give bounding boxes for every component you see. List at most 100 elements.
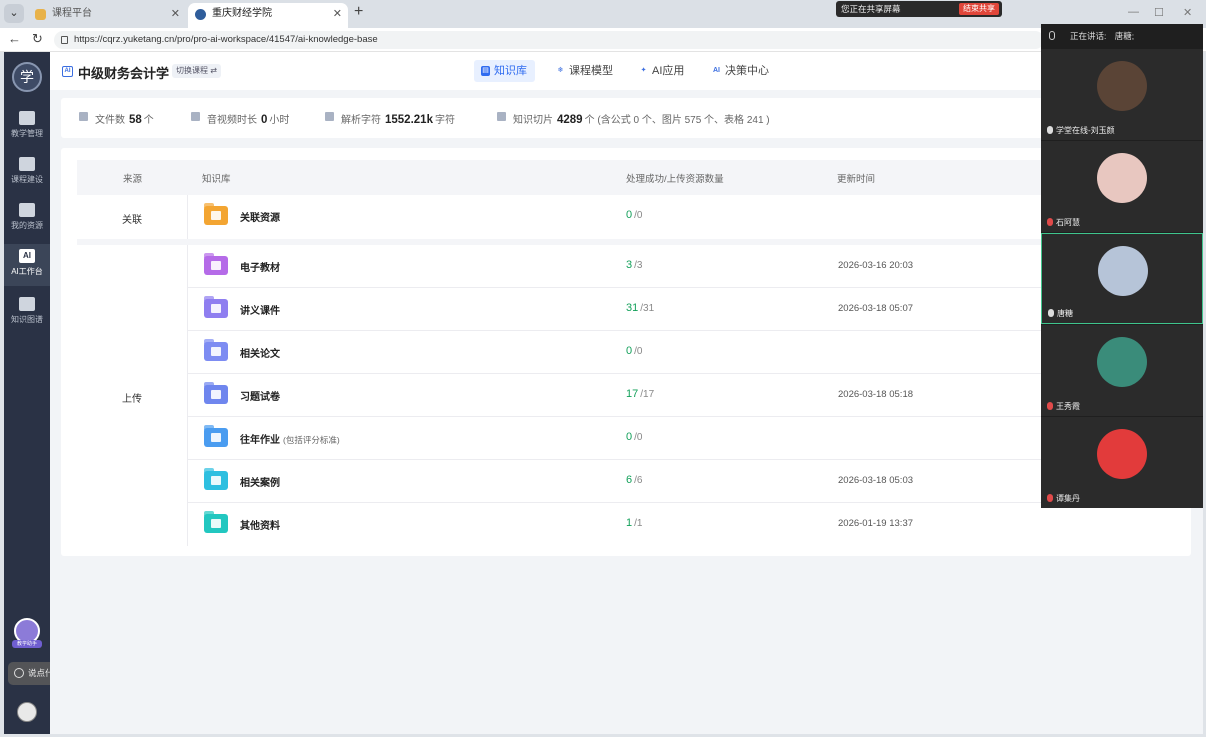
- browser-tab-1[interactable]: 课程平台 ✕: [28, 3, 186, 28]
- ai-icon: AI: [19, 249, 35, 263]
- source-linked: 关联: [122, 215, 142, 226]
- tab-label: 课程模型: [569, 65, 613, 77]
- sidebar-item-ai-workspace[interactable]: AI AI工作台: [4, 244, 50, 286]
- participant-tile[interactable]: 谭集丹: [1041, 417, 1203, 508]
- total-count: /0: [634, 346, 643, 357]
- kb-note: (包括评分标准): [283, 435, 340, 445]
- tab-label: AI应用: [652, 65, 685, 77]
- mic-icon: [1048, 309, 1054, 317]
- folder-icon: [204, 203, 228, 225]
- end-share-button[interactable]: 结束共享: [959, 3, 999, 15]
- mic-muted-icon: [1047, 402, 1053, 410]
- header-source: 来源: [123, 174, 143, 185]
- header-count: 处理成功/上传资源数量: [626, 174, 724, 185]
- kb-name: 电子教材: [240, 263, 280, 274]
- kb-name: 其他资料: [240, 521, 280, 532]
- sidebar-item-resources[interactable]: 我的资源: [4, 198, 50, 240]
- kb-name: 习题试卷: [240, 392, 280, 403]
- tab-course-model[interactable]: ❄ 课程模型: [549, 60, 621, 82]
- back-icon[interactable]: ←: [8, 31, 21, 46]
- participant-name: 王秀霞: [1047, 401, 1080, 412]
- sidebar-item-course-build[interactable]: 课程建设: [4, 152, 50, 194]
- total-count: /0: [634, 210, 643, 221]
- folder-emblem: [211, 433, 221, 442]
- tab-search-button[interactable]: ⌄: [4, 4, 24, 23]
- kb-count: 3/3: [626, 259, 642, 271]
- table-row[interactable]: 讲义课件 31/31 2026-03-18 05:07: [188, 288, 1175, 331]
- new-tab-button[interactable]: +: [354, 3, 363, 21]
- table-row[interactable]: 其他资料 1/1 2026-01-19 13:37: [188, 503, 1175, 546]
- participant-avatar: [1098, 246, 1148, 296]
- mic-icon: [1049, 31, 1055, 40]
- success-count: 6: [626, 474, 633, 486]
- close-icon[interactable]: ✕: [171, 3, 180, 25]
- table-row[interactable]: 关联资源 0/0: [188, 195, 1175, 238]
- model-icon: ❄: [557, 67, 564, 74]
- tab-ai-apps[interactable]: ✦ AI应用: [632, 60, 692, 82]
- share-status: 您正在共享屏幕: [841, 4, 901, 14]
- header-time: 更新时间: [837, 174, 876, 185]
- update-time: 2026-03-18 05:07: [838, 303, 914, 314]
- school-logo: 学: [12, 62, 42, 92]
- tab-decision-center[interactable]: AI 决策中心: [705, 60, 777, 82]
- knowledge-table: 来源 知识库 处理成功/上传资源数量 更新时间 关联 上传 关联资源 0/0 电子教…: [61, 148, 1191, 556]
- lock-icon: [61, 36, 68, 44]
- table-row[interactable]: 相关论文 0/0: [188, 331, 1175, 374]
- table-row[interactable]: 电子教材 3/3 2026-03-16 20:03: [188, 245, 1175, 288]
- browser-tab-bar: ⌄ 课程平台 ✕ 重庆财经学院 ✕ + 您正在共享屏幕 结束共享 — ☐ ✕: [0, 0, 1206, 28]
- participant-tile[interactable]: 唐糖: [1041, 233, 1203, 324]
- switch-course-button[interactable]: 切换课程 ⇄: [172, 64, 221, 78]
- participant-avatar: [1097, 61, 1147, 111]
- sidebar-item-knowledge-graph[interactable]: 知识图谱: [4, 292, 50, 334]
- tab-title: 课程平台: [52, 8, 92, 19]
- folder-icon: [204, 382, 228, 404]
- update-time: 2026-03-18 05:18: [838, 389, 914, 400]
- participant-tile[interactable]: 王秀霞: [1041, 325, 1203, 416]
- kb-name: 关联资源: [240, 213, 280, 224]
- minimize-icon[interactable]: —: [1128, 6, 1139, 18]
- kb-name: 往年作业 (包括评分标准): [240, 435, 340, 446]
- kb-count: 0/0: [626, 345, 642, 357]
- source-upload: 上传: [122, 394, 142, 405]
- text-icon: [325, 112, 334, 121]
- kb-count: 31/31: [626, 302, 654, 314]
- course-title: 中级财务会计学: [78, 66, 170, 81]
- tab-favicon: [35, 9, 46, 20]
- reload-icon[interactable]: ↻: [32, 31, 43, 47]
- course-header: AI 中级财务会计学 切换课程 ⇄ ▤ 知识库 ❄ 课程模型 ✦ AI应用 AI…: [50, 52, 1203, 90]
- mic-icon: [1047, 126, 1053, 134]
- folder-icon: [204, 296, 228, 318]
- ai-badge-icon: AI: [62, 66, 73, 77]
- folder-icon: [204, 511, 228, 533]
- table-row[interactable]: 习题试卷 17/17 2026-03-18 05:18: [188, 374, 1175, 417]
- close-window-icon[interactable]: ✕: [1183, 6, 1192, 19]
- participant-tile[interactable]: 学堂在线-刘玉颜: [1041, 49, 1203, 140]
- table-row[interactable]: 往年作业 (包括评分标准) 0/0: [188, 417, 1175, 460]
- sidebar-item-label: AI工作台: [11, 267, 43, 276]
- total-count: /3: [634, 260, 643, 271]
- total-count: /1: [634, 518, 643, 529]
- participant-name: 学堂在线-刘玉颜: [1047, 125, 1115, 136]
- participant-name: 石阿慧: [1047, 217, 1080, 228]
- book-icon: [19, 157, 35, 171]
- success-count: 0: [626, 345, 633, 357]
- sidebar-item-teaching[interactable]: 教学管理: [4, 106, 50, 148]
- chat-icon: [14, 668, 24, 678]
- main-content: AI 中级财务会计学 切换课程 ⇄ ▤ 知识库 ❄ 课程模型 ✦ AI应用 AI…: [50, 52, 1203, 734]
- success-count: 1: [626, 517, 633, 529]
- app-sidebar: 学 教学管理 课程建设 我的资源 AI AI工作台 知识图谱 教学助手: [4, 52, 50, 734]
- graph-icon: [19, 297, 35, 311]
- browser-tab-2[interactable]: 重庆财经学院 ✕: [188, 3, 348, 28]
- sparkle-icon: ✦: [640, 67, 647, 74]
- video-icon: [191, 112, 200, 121]
- table-row[interactable]: 相关案例 6/6 2026-03-18 05:03: [188, 460, 1175, 503]
- update-time: 2026-03-16 20:03: [838, 260, 914, 271]
- close-icon[interactable]: ✕: [333, 3, 342, 25]
- url-input[interactable]: https://cqrz.yuketang.cn/pro/pro-ai-work…: [54, 31, 1044, 49]
- success-count: 0: [626, 431, 633, 443]
- kb-count: 1/1: [626, 517, 642, 529]
- maximize-icon[interactable]: ☐: [1154, 6, 1164, 19]
- tab-knowledge-base[interactable]: ▤ 知识库: [474, 60, 535, 82]
- user-avatar[interactable]: [17, 702, 37, 722]
- participant-tile[interactable]: 石阿慧: [1041, 141, 1203, 232]
